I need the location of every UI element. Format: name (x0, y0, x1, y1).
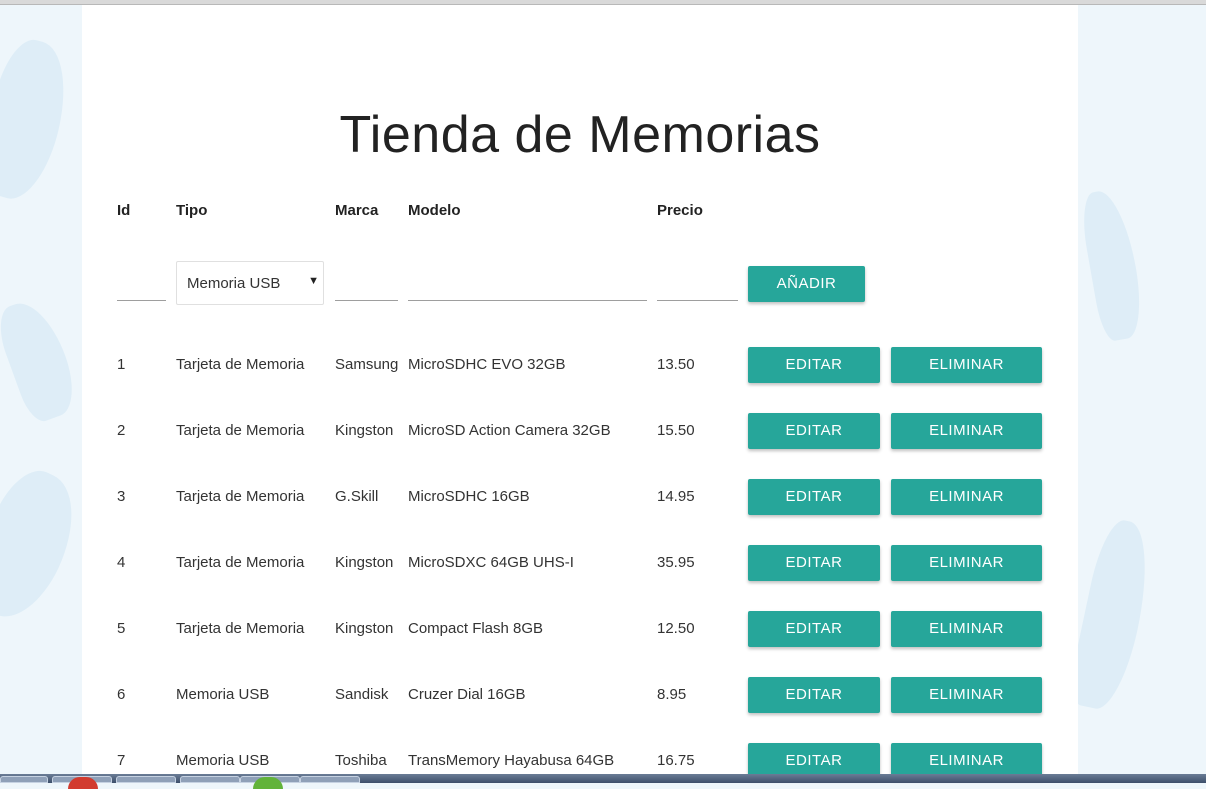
marca-input[interactable] (335, 275, 398, 301)
cell-id: 3 (117, 488, 126, 505)
id-input[interactable] (117, 275, 166, 301)
cell-id: 2 (117, 422, 126, 439)
add-button[interactable]: AÑADIR (748, 266, 865, 302)
cell-modelo: MicroSD Action Camera 32GB (408, 422, 611, 439)
delete-button[interactable]: ELIMINAR (891, 479, 1042, 515)
edit-button[interactable]: EDITAR (748, 347, 880, 383)
header-tipo: Tipo (176, 202, 208, 219)
main-card: Tienda de Memorias Id Tipo Marca Modelo … (82, 5, 1078, 783)
edit-button[interactable]: EDITAR (748, 677, 880, 713)
cell-precio: 15.50 (657, 422, 695, 439)
header-precio: Precio (657, 202, 703, 219)
cell-marca: Samsung (335, 356, 399, 373)
cell-modelo: MicroSDHC 16GB (408, 488, 530, 505)
cell-precio: 8.95 (657, 686, 687, 703)
background-decoration (0, 294, 84, 426)
edit-button[interactable]: EDITAR (748, 413, 880, 449)
cell-id: 6 (117, 686, 126, 703)
cell-tipo: Tarjeta de Memoria (176, 488, 305, 505)
page-title: Tienda de Memorias (339, 106, 821, 164)
cell-marca: Kingston (335, 620, 394, 637)
delete-button[interactable]: ELIMINAR (891, 413, 1042, 449)
taskbar-button[interactable] (180, 776, 240, 783)
tipo-select-value: Memoria USB (187, 275, 281, 292)
app-icon (253, 777, 283, 789)
header-id: Id (117, 202, 131, 219)
header-marca: Marca (335, 202, 379, 219)
cell-modelo: Compact Flash 8GB (408, 620, 544, 637)
cell-marca: Sandisk (335, 686, 389, 703)
edit-button[interactable]: EDITAR (748, 479, 880, 515)
cell-modelo: Cruzer Dial 16GB (408, 686, 526, 703)
dropdown-arrow-icon: ▼ (308, 275, 319, 287)
cell-id: 1 (117, 356, 126, 373)
cell-tipo: Memoria USB (176, 752, 270, 769)
cell-modelo: MicroSDXC 64GB UHS-I (408, 554, 574, 571)
cell-id: 4 (117, 554, 126, 571)
cell-precio: 12.50 (657, 620, 695, 637)
taskbar-button[interactable] (0, 776, 48, 783)
delete-button[interactable]: ELIMINAR (891, 347, 1042, 383)
cell-precio: 13.50 (657, 356, 695, 373)
cell-tipo: Tarjeta de Memoria (176, 620, 305, 637)
cell-modelo: MicroSDHC EVO 32GB (408, 356, 566, 373)
cell-marca: Kingston (335, 554, 394, 571)
cell-id: 5 (117, 620, 126, 637)
cell-tipo: Tarjeta de Memoria (176, 422, 305, 439)
background-decoration (1077, 187, 1148, 343)
header-modelo: Modelo (408, 202, 461, 219)
precio-input[interactable] (657, 275, 738, 301)
background-decoration (1065, 516, 1160, 714)
delete-button[interactable]: ELIMINAR (891, 677, 1042, 713)
cell-marca: Kingston (335, 422, 394, 439)
cell-precio: 14.95 (657, 488, 695, 505)
cell-marca: Toshiba (335, 752, 387, 769)
cell-marca: G.Skill (335, 488, 379, 505)
cell-id: 7 (117, 752, 126, 769)
tipo-select[interactable]: Memoria USB ▼ (176, 261, 324, 305)
delete-button[interactable]: ELIMINAR (891, 611, 1042, 647)
modelo-input[interactable] (408, 275, 647, 301)
cell-tipo: Memoria USB (176, 686, 270, 703)
delete-button[interactable]: ELIMINAR (891, 545, 1042, 581)
taskbar-button[interactable] (116, 776, 176, 783)
background-decoration (0, 460, 93, 630)
cell-tipo: Tarjeta de Memoria (176, 356, 305, 373)
cell-precio: 35.95 (657, 554, 695, 571)
app-icon (68, 777, 98, 789)
edit-button[interactable]: EDITAR (748, 611, 880, 647)
cell-tipo: Tarjeta de Memoria (176, 554, 305, 571)
cell-modelo: TransMemory Hayabusa 64GB (408, 752, 615, 769)
edit-button[interactable]: EDITAR (748, 545, 880, 581)
cell-precio: 16.75 (657, 752, 695, 769)
background-decoration (0, 33, 80, 207)
taskbar-button[interactable] (300, 776, 360, 783)
